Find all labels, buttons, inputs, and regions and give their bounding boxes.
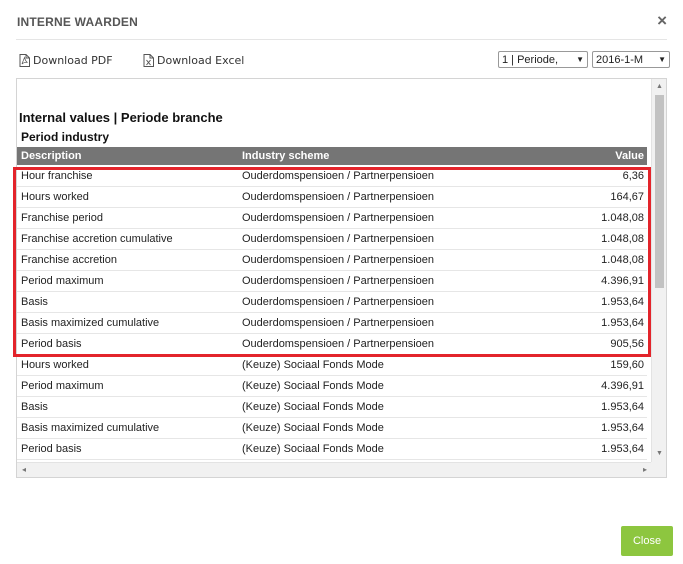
vertical-scroll-thumb[interactable] (655, 95, 664, 288)
cell-industry-scheme: Ouderdomspensioen / Partnerpensioen (242, 212, 435, 224)
cell-description: Period basis (21, 443, 82, 455)
table-row: Franchise accretion cumulative Ouderdomsp… (17, 229, 647, 250)
scroll-down-icon[interactable]: ▼ (656, 450, 663, 458)
table-row: Franchise accretion Ouderdomspensioen / P… (17, 250, 647, 271)
table-row: Basis maximized cumulative (Keuze) Sociaa… (17, 418, 647, 439)
cell-industry-scheme: (Keuze) Sociaal Fonds Mode (242, 380, 384, 392)
cell-value: 1.953,64 (601, 296, 644, 308)
download-pdf-link[interactable]: Download PDF (19, 54, 113, 67)
dropdown-caret-icon: ▼ (576, 55, 584, 64)
cell-value: 6,36 (622, 170, 644, 182)
cell-description: Basis maximized cumulative (21, 317, 160, 329)
cell-industry-scheme: (Keuze) Sociaal Fonds Mode (242, 401, 384, 413)
table-row: Period maximum Ouderdomspensioen / Partne… (17, 271, 647, 292)
date-select-value: 2016-1-M (596, 53, 644, 66)
horizontal-scrollbar[interactable]: ◂ ▸ (17, 462, 653, 477)
period-select[interactable]: 1 | Periode, ▼ (498, 51, 588, 68)
cell-description: Hours worked (21, 359, 89, 371)
modal-header: INTERNE WAARDEN × (0, 0, 683, 44)
table-row: Hours worked Ouderdomspensioen / Partnerp… (17, 187, 647, 208)
column-header-description: Description (21, 150, 82, 162)
cell-value: 159,60 (610, 359, 644, 371)
table-row: Franchise period Ouderdomspensioen / Part… (17, 208, 647, 229)
cell-value: 4.396,91 (601, 380, 644, 392)
report-frame[interactable]: Internal values | Periode branche Period… (16, 78, 667, 478)
cell-description: Franchise accretion (21, 254, 117, 266)
table-row: Period basis Ouderdomspensioen / Partnerp… (17, 334, 647, 355)
scroll-right-icon[interactable]: ▸ (643, 466, 647, 474)
column-header-industry-scheme: Industry scheme (242, 150, 330, 162)
table-row: Basis maximized cumulative Ouderdomspensi… (17, 313, 647, 334)
dropdown-caret-icon: ▼ (658, 55, 666, 64)
cell-description: Franchise period (21, 212, 103, 224)
cell-description: Period basis (21, 338, 82, 350)
cell-industry-scheme: Ouderdomspensioen / Partnerpensioen (242, 233, 435, 245)
vertical-scrollbar[interactable]: ▲ ▼ (651, 79, 666, 462)
table-row: Basis Ouderdomspensioen / Partnerpensioen… (17, 292, 647, 313)
cell-industry-scheme: Ouderdomspensioen / Partnerpensioen (242, 254, 435, 266)
cell-industry-scheme: Ouderdomspensioen / Partnerpensioen (242, 275, 435, 287)
pdf-file-icon (19, 54, 30, 67)
cell-value: 1.048,08 (601, 212, 644, 224)
cell-description: Basis (21, 401, 48, 413)
table-row: Period basis (Keuze) Sociaal Fonds Mode 1.… (17, 439, 647, 460)
table-row: Hour franchise Ouderdomspensioen / Partne… (17, 166, 647, 187)
table-header: Description Industry scheme Value (17, 147, 647, 165)
table-row: Hours worked (Keuze) Sociaal Fonds Mode 15… (17, 355, 647, 376)
column-header-value: Value (615, 150, 644, 162)
report-subtitle: Period industry (21, 130, 110, 144)
scrollbar-corner (651, 462, 666, 477)
table-body: Hour franchise Ouderdomspensioen / Partne… (17, 166, 647, 460)
cell-description: Basis (21, 296, 48, 308)
cell-industry-scheme: Ouderdomspensioen / Partnerpensioen (242, 338, 435, 350)
header-divider (16, 39, 667, 40)
cell-value: 1.048,08 (601, 254, 644, 266)
cell-value: 1.953,64 (601, 422, 644, 434)
cell-value: 905,56 (610, 338, 644, 350)
table-row: Basis (Keuze) Sociaal Fonds Mode 1.953,64 (17, 397, 647, 418)
cell-value: 1.953,64 (601, 443, 644, 455)
modal-title: INTERNE WAARDEN (17, 15, 139, 29)
cell-industry-scheme: Ouderdomspensioen / Partnerpensioen (242, 296, 435, 308)
date-select[interactable]: 2016-1-M ▼ (592, 51, 670, 68)
cell-industry-scheme: Ouderdomspensioen / Partnerpensioen (242, 191, 435, 203)
cell-description: Hours worked (21, 191, 89, 203)
download-excel-link[interactable]: Download Excel (143, 54, 244, 67)
close-icon[interactable]: × (657, 12, 667, 29)
cell-description: Basis maximized cumulative (21, 422, 160, 434)
cell-industry-scheme: Ouderdomspensioen / Partnerpensioen (242, 170, 435, 182)
scroll-left-icon[interactable]: ◂ (22, 466, 26, 474)
cell-industry-scheme: Ouderdomspensioen / Partnerpensioen (242, 317, 435, 329)
cell-value: 164,67 (610, 191, 644, 203)
cell-value: 1.048,08 (601, 233, 644, 245)
cell-industry-scheme: (Keuze) Sociaal Fonds Mode (242, 422, 384, 434)
close-button[interactable]: Close (621, 526, 673, 556)
period-select-value: 1 | Periode, (502, 53, 559, 66)
cell-description: Period maximum (21, 380, 104, 392)
report-title: Internal values | Periode branche (19, 110, 223, 125)
cell-description: Franchise accretion cumulative (21, 233, 173, 245)
cell-industry-scheme: (Keuze) Sociaal Fonds Mode (242, 359, 384, 371)
cell-value: 1.953,64 (601, 317, 644, 329)
cell-value: 4.396,91 (601, 275, 644, 287)
cell-description: Period maximum (21, 275, 104, 287)
cell-value: 1.953,64 (601, 401, 644, 413)
scroll-up-icon[interactable]: ▲ (656, 83, 663, 91)
cell-industry-scheme: (Keuze) Sociaal Fonds Mode (242, 443, 384, 455)
download-pdf-label: Download PDF (33, 54, 113, 67)
excel-file-icon (143, 54, 154, 67)
toolbar: Download PDF Download Excel 1 | Periode,… (0, 48, 683, 74)
table-row: Period maximum (Keuze) Sociaal Fonds Mode… (17, 376, 647, 397)
cell-description: Hour franchise (21, 170, 93, 182)
download-excel-label: Download Excel (157, 54, 245, 67)
